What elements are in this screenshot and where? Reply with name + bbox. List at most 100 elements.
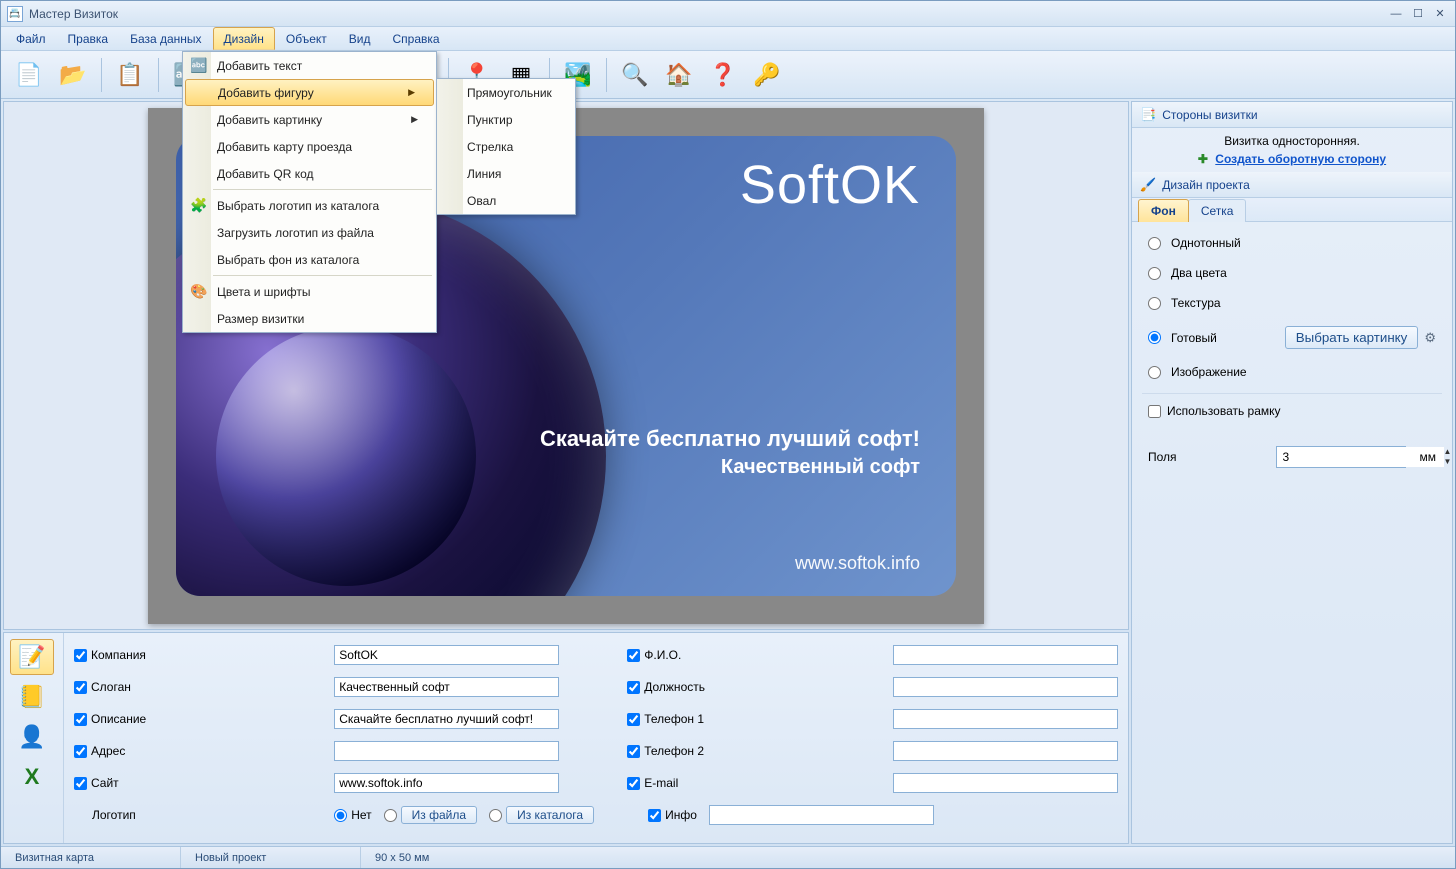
check-frame[interactable]: Использовать рамку bbox=[1142, 393, 1442, 428]
radio-two-colors[interactable]: Два цвета bbox=[1142, 258, 1442, 288]
panel-head-design: 🖌️ Дизайн проекта bbox=[1132, 172, 1452, 198]
tab-grid[interactable]: Сетка bbox=[1188, 199, 1247, 222]
menu-logo-catalog[interactable]: 🧩Выбрать логотип из каталога bbox=[183, 192, 436, 219]
check-slogan[interactable]: Слоган bbox=[74, 680, 320, 694]
menu-database[interactable]: База данных bbox=[119, 27, 212, 50]
check-position[interactable]: Должность bbox=[627, 680, 879, 694]
radio-ready[interactable]: Готовый Выбрать картинку ⚙ bbox=[1142, 318, 1442, 357]
input-phone2[interactable] bbox=[893, 741, 1118, 761]
shape-line[interactable]: Линия bbox=[437, 160, 575, 187]
home-icon: 🏠 bbox=[665, 62, 692, 88]
input-address[interactable] bbox=[334, 741, 559, 761]
fields-tab-contacts[interactable]: 📒 bbox=[10, 679, 54, 715]
margins-row: Поля ▲▼ мм bbox=[1142, 428, 1442, 474]
window-title: Мастер Визиток bbox=[29, 7, 118, 21]
radio-logo-file[interactable]: Из файла bbox=[384, 806, 477, 824]
sides-icon: 📑 bbox=[1140, 107, 1156, 123]
radio-logo-catalog[interactable]: Из каталога bbox=[489, 806, 594, 824]
menu-logo-file[interactable]: Загрузить логотип из файла bbox=[183, 219, 436, 246]
palette-icon: 🎨 bbox=[189, 283, 209, 300]
fields-panel: 📝 📒 👤 X Компания Ф.И.О. Слоган Должность bbox=[3, 632, 1129, 844]
toolbar-keys[interactable]: 🔑 bbox=[747, 56, 787, 94]
input-info[interactable] bbox=[709, 805, 934, 825]
check-site[interactable]: Сайт bbox=[74, 776, 320, 790]
toolbar-help[interactable]: ❓ bbox=[703, 56, 743, 94]
menu-help[interactable]: Справка bbox=[381, 27, 450, 50]
input-fio[interactable] bbox=[893, 645, 1118, 665]
spin-up[interactable]: ▲ bbox=[1444, 447, 1452, 457]
check-phone1[interactable]: Телефон 1 bbox=[627, 712, 879, 726]
status-size: 90 x 50 мм bbox=[361, 847, 541, 868]
radio-solid[interactable]: Однотонный bbox=[1142, 228, 1442, 258]
toolbar-new[interactable]: 📄 bbox=[9, 56, 49, 94]
close-button[interactable]: ✕ bbox=[1431, 7, 1449, 21]
background-panel: Однотонный Два цвета Текстура Готовый Вы… bbox=[1132, 222, 1452, 480]
menu-view[interactable]: Вид bbox=[338, 27, 382, 50]
maximize-button[interactable]: ☐ bbox=[1409, 7, 1427, 21]
card-description: Скачайте бесплатно лучший софт! bbox=[540, 426, 920, 452]
app-window: 📇 Мастер Визиток ― ☐ ✕ Файл Правка База … bbox=[0, 0, 1456, 869]
submenu-add-shape: Прямоугольник Пунктир Стрелка Линия Овал bbox=[436, 78, 576, 215]
one-sided-text: Визитка односторонняя. bbox=[1142, 134, 1442, 148]
menu-add-image[interactable]: Добавить картинку▶ bbox=[183, 106, 436, 133]
fields-tab-edit[interactable]: 📝 bbox=[10, 639, 54, 675]
input-phone1[interactable] bbox=[893, 709, 1118, 729]
create-back-link[interactable]: Создать оборотную сторону bbox=[1215, 152, 1386, 166]
toolbar-open[interactable]: 📂 bbox=[53, 56, 93, 94]
shape-arrow[interactable]: Стрелка bbox=[437, 133, 575, 160]
menu-add-text[interactable]: 🔤Добавить текст bbox=[183, 52, 436, 79]
menu-colors-fonts[interactable]: 🎨Цвета и шрифты bbox=[183, 278, 436, 305]
input-email[interactable] bbox=[893, 773, 1118, 793]
panel-title-sides: Стороны визитки bbox=[1162, 108, 1257, 122]
check-fio[interactable]: Ф.И.О. bbox=[627, 648, 879, 662]
check-phone2[interactable]: Телефон 2 bbox=[627, 744, 879, 758]
menu-add-map[interactable]: Добавить карту проезда bbox=[183, 133, 436, 160]
margins-input[interactable] bbox=[1277, 447, 1444, 467]
toolbar-preview[interactable]: 🔍 bbox=[615, 56, 655, 94]
design-tabs: Фон Сетка bbox=[1132, 198, 1452, 222]
input-company[interactable] bbox=[334, 645, 559, 665]
menu-background-catalog[interactable]: Выбрать фон из каталога bbox=[183, 246, 436, 273]
radio-image[interactable]: Изображение bbox=[1142, 357, 1442, 387]
menu-edit[interactable]: Правка bbox=[57, 27, 120, 50]
check-desc[interactable]: Описание bbox=[74, 712, 320, 726]
menu-design[interactable]: Дизайн bbox=[213, 27, 275, 50]
status-project: Новый проект bbox=[181, 847, 361, 868]
menu-card-size[interactable]: Размер визитки bbox=[183, 305, 436, 332]
panel-head-sides: 📑 Стороны визитки bbox=[1132, 102, 1452, 128]
check-email[interactable]: E-mail bbox=[627, 776, 879, 790]
radio-logo-none[interactable]: Нет bbox=[334, 808, 371, 822]
shape-rectangle[interactable]: Прямоугольник bbox=[437, 79, 575, 106]
shape-oval[interactable]: Овал bbox=[437, 187, 575, 214]
shape-dashed[interactable]: Пунктир bbox=[437, 106, 575, 133]
check-address[interactable]: Адрес bbox=[74, 744, 320, 758]
card-site: www.softok.info bbox=[795, 553, 920, 574]
gear-icon[interactable]: ⚙ bbox=[1424, 330, 1436, 346]
select-image-button[interactable]: Выбрать картинку bbox=[1285, 326, 1419, 349]
chevron-right-icon: ▶ bbox=[411, 114, 418, 125]
menu-add-qr[interactable]: Добавить QR код bbox=[183, 160, 436, 187]
keys-icon: 🔑 bbox=[753, 62, 780, 88]
tab-background[interactable]: Фон bbox=[1138, 199, 1189, 222]
menu-object[interactable]: Объект bbox=[275, 27, 338, 50]
menubar: Файл Правка База данных Дизайн Объект Ви… bbox=[1, 27, 1455, 51]
radio-texture[interactable]: Текстура bbox=[1142, 288, 1442, 318]
check-info[interactable]: Инфо bbox=[648, 808, 697, 822]
sides-body: Визитка односторонняя. ✚ Создать оборотн… bbox=[1132, 128, 1452, 172]
design-icon: 🖌️ bbox=[1140, 177, 1156, 193]
spin-down[interactable]: ▼ bbox=[1444, 457, 1452, 467]
check-company[interactable]: Компания bbox=[74, 648, 320, 662]
input-desc[interactable] bbox=[334, 709, 559, 729]
input-position[interactable] bbox=[893, 677, 1118, 697]
margins-spinner[interactable]: ▲▼ bbox=[1276, 446, 1406, 468]
fields-tab-excel[interactable]: X bbox=[10, 759, 54, 795]
toolbar-home[interactable]: 🏠 bbox=[659, 56, 699, 94]
toolbar-paste[interactable]: 📋 bbox=[110, 56, 150, 94]
input-site[interactable] bbox=[334, 773, 559, 793]
menu-add-shape[interactable]: Добавить фигуру▶ bbox=[185, 79, 434, 106]
minimize-button[interactable]: ― bbox=[1387, 7, 1405, 21]
statusbar: Визитная карта Новый проект 90 x 50 мм bbox=[1, 846, 1455, 868]
menu-file[interactable]: Файл bbox=[5, 27, 57, 50]
fields-tab-person[interactable]: 👤 bbox=[10, 719, 54, 755]
input-slogan[interactable] bbox=[334, 677, 559, 697]
